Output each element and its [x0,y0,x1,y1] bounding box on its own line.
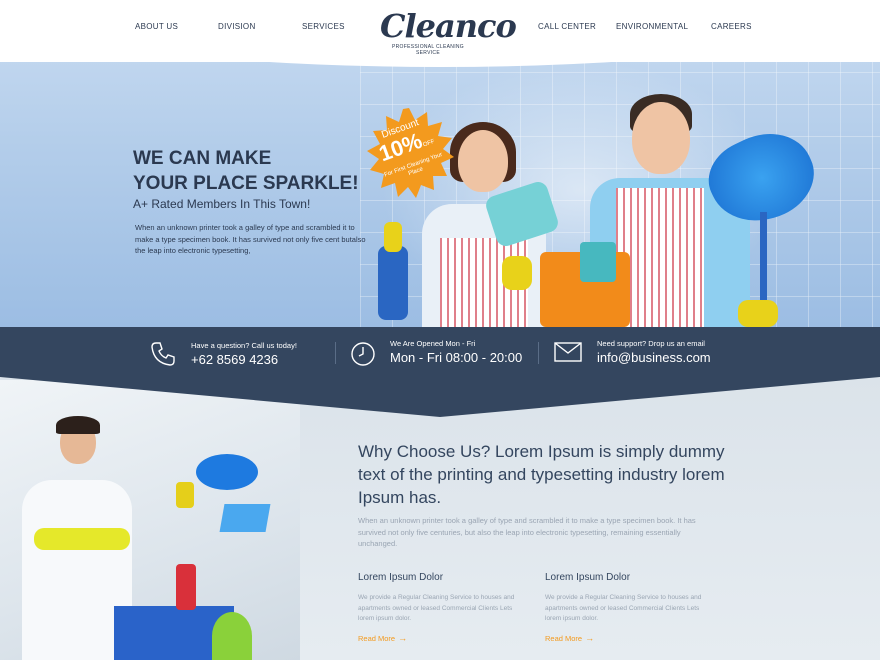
top-navigation: ABOUT US DIVISION SERVICES Cleanco PROFE… [0,0,880,67]
email-value[interactable]: info@business.com [597,350,711,365]
nav-careers[interactable]: CAREERS [711,22,752,31]
clock-icon [351,342,375,366]
man-cleaner-illustration [540,92,830,327]
email-icon [554,342,582,362]
info-divider [538,342,539,364]
hero-body-text: When an unknown printer took a galley of… [135,223,366,255]
feature-2-body: We provide a Regular Cleaning Service to… [545,594,702,622]
feature-1-body: We provide a Regular Cleaning Service to… [358,594,515,622]
nav-division[interactable]: DIVISION [218,22,256,31]
hours-label: We Are Opened Mon - Fri [390,339,476,348]
phone-icon [151,342,175,366]
email-label: Need support? Drop us an email [597,339,705,348]
nav-about-us[interactable]: ABOUT US [135,22,178,31]
feature-1-read-more-link[interactable]: Read More → [358,633,407,643]
logo-wordmark: Cleanco [380,7,517,45]
arrow-right-icon: → [398,633,408,643]
hero-headline: WE CAN MAKE YOUR PLACE SPARKLE! [133,146,359,196]
hero-headline-line2: YOUR PLACE SPARKLE! [133,173,359,194]
hours-value: Mon - Fri 08:00 - 20:00 [390,350,523,365]
logo[interactable]: Cleanco PROFESSIONAL CLEANING SERVICE [380,6,517,56]
cleaner-with-tools-illustration [0,380,300,660]
nav-call-center[interactable]: CALL CENTER [538,22,596,31]
badge-suffix: OFF [422,138,436,149]
discount-badge: Discount 10%OFF For First Cleaning Your … [364,108,454,198]
hero-subheading: A+ Rated Members In This Town! [133,197,311,211]
hero-headline-line1: WE CAN MAKE [133,148,272,169]
nav-services[interactable]: SERVICES [302,22,345,31]
why-choose-body: When an unknown printer took a galley of… [358,516,696,548]
feature-1-title: Lorem Ipsum Dolor [358,572,444,583]
phone-label: Have a question? Call us today! [191,341,297,350]
nav-environmental[interactable]: ENVIRONMENTAL [616,22,688,31]
arrow-right-icon: → [585,633,595,643]
feature-2-title: Lorem Ipsum Dolor [545,572,631,583]
read-more-label: Read More [545,634,583,643]
logo-tagline: PROFESSIONAL CLEANING SERVICE [392,44,464,56]
why-choose-title: Why Choose Us? Lorem Ipsum is simply dum… [358,442,725,507]
read-more-label: Read More [358,634,396,643]
feature-2-read-more-link[interactable]: Read More → [545,633,594,643]
info-divider [335,342,336,364]
phone-value[interactable]: +62 8569 4236 [191,352,278,367]
